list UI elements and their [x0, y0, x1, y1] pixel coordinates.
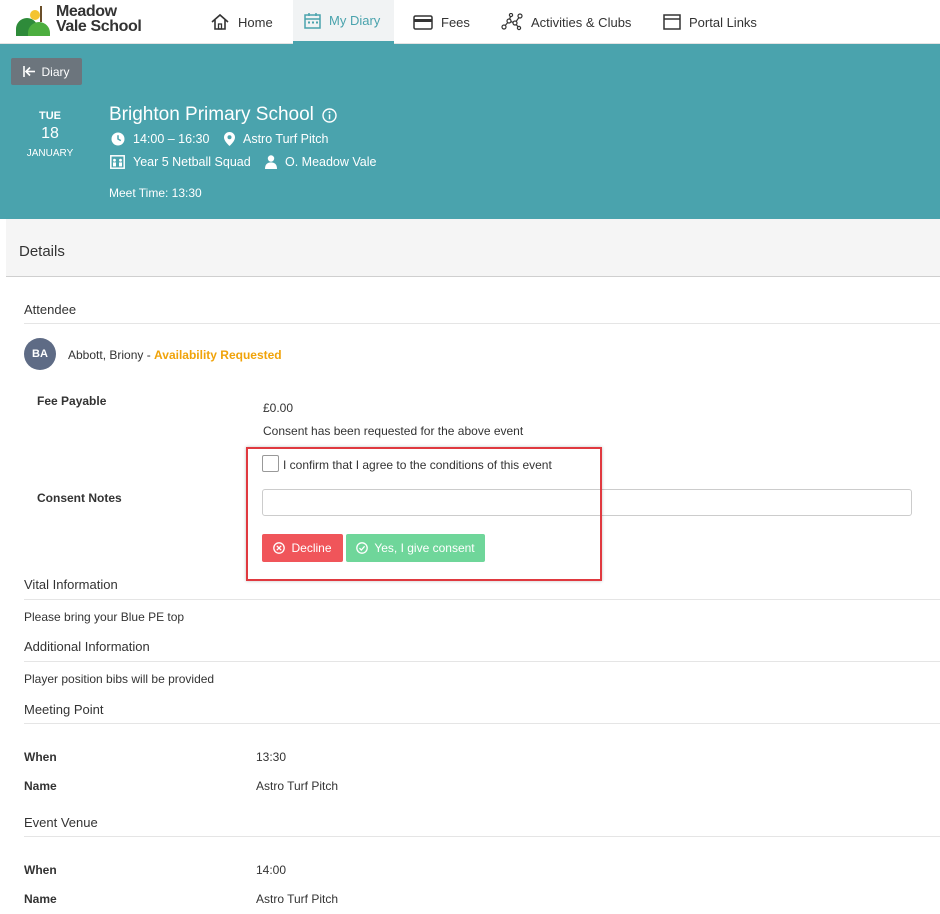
arrow-left-bar-icon — [23, 66, 36, 77]
event-group: Year 5 Netball Squad — [110, 155, 251, 169]
event-date: TUE 18 JANUARY — [20, 110, 80, 159]
nav-activities[interactable]: Activities & Clubs — [501, 0, 631, 44]
calendar-icon — [304, 13, 321, 29]
nav-my-diary-label: My Diary — [329, 13, 381, 28]
venue-name-label: Name — [24, 892, 57, 906]
event-organiser: O. Meadow Vale — [265, 155, 376, 169]
top-navigation: Meadow Vale School Home My Diary Fees Ac… — [0, 0, 940, 44]
map-pin-icon — [224, 132, 235, 146]
nav-portal-links[interactable]: Portal Links — [663, 0, 757, 44]
event-meet-time: Meet Time: 13:30 — [109, 186, 202, 200]
fee-payable-value: £0.00 — [263, 401, 294, 415]
attendee-entry: Abbott, Briony - Availability Requested — [68, 348, 282, 362]
school-logo[interactable]: Meadow Vale School — [14, 4, 154, 38]
attendee-heading: Attendee — [24, 302, 77, 317]
logo-hill-light — [28, 22, 50, 36]
event-month: JANUARY — [26, 148, 74, 159]
additional-info-heading: Additional Information — [24, 639, 150, 654]
team-board-icon — [110, 155, 125, 169]
event-location: Astro Turf Pitch — [224, 132, 328, 146]
event-organiser-text: O. Meadow Vale — [285, 155, 377, 169]
nav-home[interactable]: Home — [210, 0, 273, 44]
event-time-text: 14:00 – 16:30 — [133, 132, 210, 146]
additional-info-text: Player position bibs will be provided — [24, 672, 215, 686]
person-icon — [265, 155, 277, 169]
consent-request-text: Consent has been requested for the above… — [263, 424, 524, 438]
venue-when-label: When — [24, 863, 57, 877]
event-venue-heading: Event Venue — [24, 815, 98, 830]
venue-when-value: 14:00 — [256, 863, 287, 877]
logo-tree — [40, 6, 42, 22]
event-time: 14:00 – 16:30 — [111, 132, 209, 146]
event-title: Brighton Primary School — [109, 104, 337, 126]
meeting-point-heading: Meeting Point — [24, 702, 104, 717]
event-day-number: 18 — [41, 125, 59, 142]
nav-home-label: Home — [238, 14, 273, 30]
event-meet-time-text: Meet Time: 13:30 — [109, 186, 202, 200]
vital-info-heading: Vital Information — [24, 577, 118, 592]
back-label: Diary — [41, 64, 70, 79]
card-icon — [413, 14, 433, 30]
vital-info-text: Please bring your Blue PE top — [24, 610, 185, 624]
consent-highlight-box — [246, 447, 602, 581]
meeting-name-label: Name — [24, 779, 57, 793]
consent-notes-label: Consent Notes — [37, 491, 122, 505]
attendee-avatar: BA — [24, 338, 56, 370]
meeting-when-label: When — [24, 750, 57, 764]
home-icon — [211, 13, 229, 30]
event-banner: Diary TUE 18 JANUARY Brighton Primary Sc… — [0, 44, 940, 219]
clock-icon — [111, 132, 125, 146]
event-day-of-week: TUE — [39, 110, 61, 122]
attendee-name: Abbott, Briony - — [68, 348, 155, 362]
nav-activities-label: Activities & Clubs — [531, 14, 632, 30]
additional-info-divider — [24, 661, 940, 662]
logo-line1: Meadow — [56, 3, 117, 20]
nav-fees[interactable]: Fees — [413, 0, 470, 44]
meeting-name-value: Astro Turf Pitch — [256, 779, 339, 793]
nav-portal-links-label: Portal Links — [689, 14, 757, 30]
attendee-divider — [24, 323, 940, 324]
nav-fees-label: Fees — [441, 14, 470, 30]
vital-info-divider — [24, 599, 940, 600]
info-icon[interactable] — [322, 107, 337, 123]
logo-sun — [30, 10, 40, 20]
logo-text: Meadow Vale School — [56, 3, 142, 35]
back-to-diary-button[interactable]: Diary — [11, 58, 82, 85]
fee-payable-label: Fee Payable — [37, 394, 107, 408]
window-icon — [663, 14, 681, 30]
meeting-point-divider — [24, 723, 940, 724]
details-header: Details — [6, 219, 940, 277]
meeting-when-value: 13:30 — [256, 750, 287, 764]
nav-my-diary[interactable]: My Diary — [293, 0, 394, 44]
event-location-text: Astro Turf Pitch — [243, 132, 329, 146]
venue-name-value: Astro Turf Pitch — [256, 892, 339, 906]
event-group-text: Year 5 Netball Squad — [133, 155, 251, 169]
network-icon — [501, 13, 523, 31]
event-venue-divider — [24, 836, 940, 837]
details-title: Details — [19, 243, 65, 260]
event-title-text: Brighton Primary School — [109, 104, 314, 125]
logo-line2: Vale School — [56, 18, 142, 35]
attendee-status: Availability Requested — [154, 348, 282, 362]
